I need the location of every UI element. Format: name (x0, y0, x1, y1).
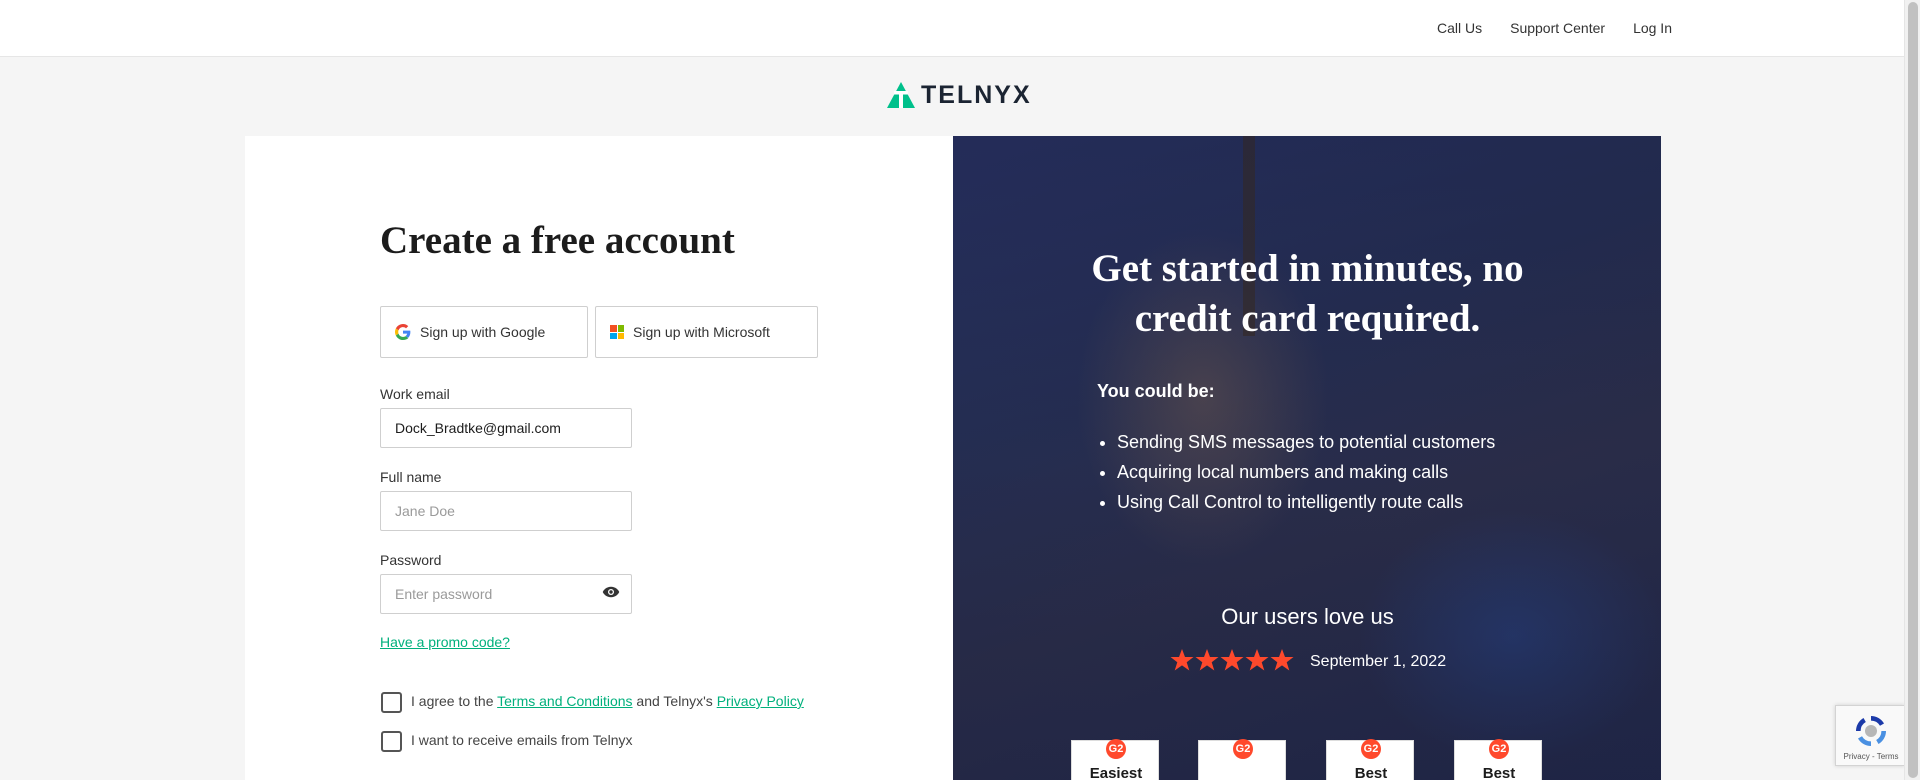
page-scrollbar[interactable] (1904, 0, 1920, 780)
full-name-input[interactable] (380, 491, 632, 531)
nav-log-in-link[interactable]: Log In (1633, 20, 1672, 36)
terms-agreement-text: I agree to the Terms and Conditions and … (411, 693, 804, 709)
promo-subhead: You could be: (1097, 381, 1215, 401)
rating-date: September 1, 2022 (1310, 653, 1447, 670)
work-email-label: Work email (380, 386, 450, 402)
nav-call-us-link[interactable]: Call Us (1437, 20, 1482, 36)
promo-code-link[interactable]: Have a promo code? (380, 634, 510, 650)
g2-badge-label: Best (1354, 765, 1388, 780)
promo-headline: Get started in minutes, no credit card r… (1091, 247, 1524, 340)
page-title: Create a free account (380, 219, 735, 262)
nav-links: Call Us Support Center Log In (1437, 0, 1672, 56)
g2-logo-icon: G2 (1361, 739, 1381, 759)
microsoft-icon (610, 325, 624, 339)
nav-support-center-link[interactable]: Support Center (1510, 20, 1605, 36)
email-optin-label: I want to receive emails from Telnyx (411, 732, 633, 748)
sign-up-google-button[interactable]: Sign up with Google (380, 306, 588, 358)
google-icon (395, 324, 411, 340)
promo-bullet: Sending SMS messages to potential custom… (1117, 427, 1495, 457)
microsoft-button-label: Sign up with Microsoft (633, 324, 770, 340)
recaptcha-privacy-terms[interactable]: Privacy - Terms (1836, 752, 1906, 761)
star-icon (1220, 649, 1244, 671)
promo-bullet-list: Sending SMS messages to potential custom… (1117, 427, 1495, 517)
g2-badge-label: Best (1482, 765, 1516, 780)
g2-badge: G2 Best (1454, 739, 1542, 780)
telnyx-logo[interactable]: TELNYX (887, 80, 1032, 110)
work-email-input[interactable] (380, 408, 632, 448)
terms-middle: and Telnyx's (632, 693, 717, 709)
scrollbar-thumb[interactable] (1908, 2, 1918, 778)
promo-bullet: Using Call Control to intelligently rout… (1117, 487, 1495, 517)
password-label: Password (380, 552, 442, 568)
privacy-policy-link[interactable]: Privacy Policy (717, 693, 804, 709)
email-optin-checkbox[interactable] (381, 731, 402, 752)
g2-badge: G2 (1198, 739, 1286, 780)
telnyx-logo-mark-icon (887, 82, 915, 108)
g2-badge-label: Easiest (1089, 765, 1143, 780)
password-input[interactable] (380, 574, 632, 614)
show-password-eye-icon[interactable] (602, 585, 620, 599)
promo-bullet: Acquiring local numbers and making calls (1117, 457, 1495, 487)
terms-checkbox[interactable] (381, 692, 402, 713)
g2-badge: G2 Best (1326, 739, 1414, 780)
g2-logo-icon: G2 (1106, 739, 1126, 759)
star-icon (1170, 649, 1194, 671)
full-name-label: Full name (380, 469, 442, 485)
terms-prefix: I agree to the (411, 693, 498, 709)
g2-logo-icon: G2 (1489, 739, 1509, 759)
star-icon (1195, 649, 1219, 671)
rating-stars (1170, 648, 1294, 672)
google-button-label: Sign up with Google (420, 324, 546, 340)
users-love-us-title: Our users love us (1221, 604, 1394, 629)
star-icon (1270, 649, 1294, 671)
star-icon (1245, 649, 1269, 671)
g2-logo-icon: G2 (1233, 739, 1253, 759)
g2-badge: G2 Easiest (1071, 739, 1159, 780)
recaptcha-icon (1856, 716, 1886, 746)
top-navigation: Call Us Support Center Log In (0, 0, 1904, 56)
recaptcha-badge[interactable]: Privacy - Terms (1835, 705, 1905, 766)
sign-up-microsoft-button[interactable]: Sign up with Microsoft (595, 306, 818, 358)
terms-and-conditions-link[interactable]: Terms and Conditions (497, 693, 632, 709)
telnyx-wordmark: TELNYX (921, 80, 1032, 109)
